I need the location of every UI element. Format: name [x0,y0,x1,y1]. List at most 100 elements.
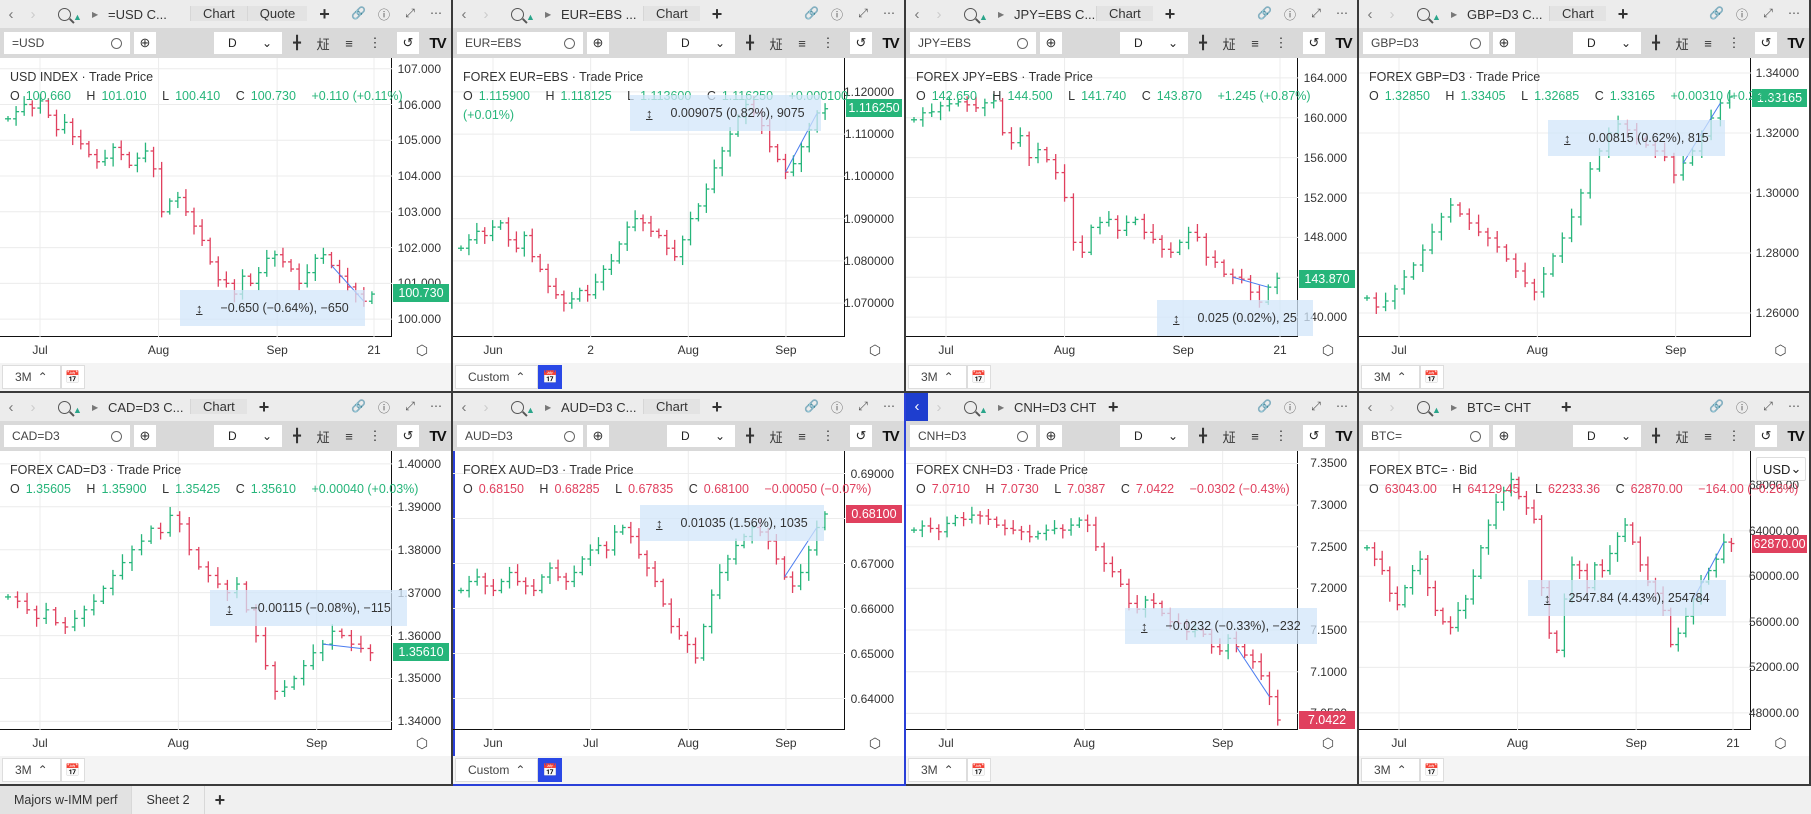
search-icon[interactable] [1017,430,1028,442]
reset-icon[interactable]: ↺ [850,425,872,447]
back-chevron-icon[interactable]: ‹ [0,399,22,416]
time-axis[interactable]: Jun 2 Aug Sep [453,337,845,363]
tab-chart[interactable]: Chart [1549,6,1606,21]
bar-style-icon[interactable]: ╋ [286,428,308,444]
reset-icon[interactable]: ↺ [1303,32,1325,54]
time-axis[interactable]: Jul Aug Sep [0,730,392,756]
range-select[interactable]: 3M ⌃ [1361,758,1420,782]
interval-select[interactable]: D ⌄ [1573,32,1641,54]
search-icon[interactable] [111,430,122,442]
expand-icon[interactable]: ⤢ [403,399,417,416]
indicators-icon[interactable]: ㍽ [312,34,334,53]
tab-chart[interactable]: Chart [643,399,700,414]
forward-chevron-icon[interactable]: › [475,399,497,416]
chart-settings-icon[interactable]: ⬡ [393,730,451,756]
tab-quote[interactable]: Quote [246,6,308,21]
interval-select[interactable]: D ⌄ [1120,425,1188,447]
link-icon[interactable]: 🔗 [1709,6,1724,23]
panel-title-tab[interactable]: JPY=EBS C... [1010,7,1096,22]
layers-icon[interactable]: ≡ [1697,36,1719,51]
sheet-tab-majors[interactable]: Majors w-IMM perf [0,786,133,814]
chart-settings-icon[interactable]: ⬡ [393,337,451,363]
forward-chevron-icon[interactable]: › [1381,6,1403,23]
search-lock-icon[interactable]: ▲ [1417,399,1451,415]
add-tab-button[interactable]: + [1096,393,1131,421]
more-icon[interactable]: ⋯ [882,399,896,416]
add-tab-button[interactable]: + [700,393,735,421]
layers-icon[interactable]: ≡ [791,36,813,51]
layers-icon[interactable]: ≡ [791,429,813,444]
more-icon[interactable]: ⋯ [1787,6,1801,23]
tab-chart[interactable]: Chart [190,6,247,21]
add-sheet-button[interactable]: + [205,790,236,811]
calendar-icon[interactable]: 📅 [538,758,563,782]
search-lock-icon[interactable]: ▲ [1417,6,1451,22]
interval-select[interactable]: D ⌄ [667,32,735,54]
calendar-icon[interactable]: 📅 [1419,365,1444,389]
back-chevron-icon[interactable]: ‹ [0,6,22,23]
range-select[interactable]: Custom ⌃ [455,758,539,782]
calendar-icon[interactable]: 📅 [1419,758,1444,782]
price-axis[interactable]: 107.000 106.000 105.000 104.000 103.000 102.0… [393,58,451,337]
more-icon[interactable]: ⋯ [1787,399,1801,416]
panel-title-tab[interactable]: GBP=D3 C... [1463,7,1549,22]
vertical-more-icon[interactable]: ⋮ [817,35,839,51]
forward-chevron-icon[interactable]: › [928,6,950,23]
link-icon[interactable]: 🔗 [351,6,366,23]
chart-settings-icon[interactable]: ⬡ [1299,337,1357,363]
calendar-icon[interactable]: 📅 [966,365,991,389]
time-axis[interactable]: Jul Aug Sep 21 [1359,730,1751,756]
reset-icon[interactable]: ↺ [397,32,419,54]
chart-settings-icon[interactable]: ⬡ [846,730,904,756]
search-icon[interactable] [1017,37,1028,49]
range-select[interactable]: 3M ⌃ [908,758,967,782]
interval-select[interactable]: D ⌄ [1573,425,1641,447]
range-select[interactable]: 3M ⌃ [908,365,967,389]
plot-area[interactable] [906,451,1298,730]
time-axis[interactable]: Jun Jul Aug Sep [453,730,845,756]
link-icon[interactable]: 🔗 [804,399,819,416]
vertical-more-icon[interactable]: ⋮ [1723,428,1745,444]
search-lock-icon[interactable]: ▲ [964,6,998,22]
indicators-icon[interactable]: ㍽ [312,427,334,446]
expand-icon[interactable]: ⤢ [1761,399,1775,416]
range-select[interactable]: 3M ⌃ [1361,365,1420,389]
chart-settings-icon[interactable]: ⬡ [846,337,904,363]
reset-icon[interactable]: ↺ [850,32,872,54]
forward-chevron-icon[interactable]: › [475,6,497,23]
more-icon[interactable]: ⋯ [429,6,443,23]
bar-style-icon[interactable]: ╋ [1192,428,1214,444]
bar-style-icon[interactable]: ╋ [739,35,761,51]
plot-area[interactable] [1359,58,1751,337]
time-axis[interactable]: Jul Aug Sep 21 [906,337,1298,363]
chart-settings-icon[interactable]: ⬡ [1752,337,1809,363]
add-instrument-button[interactable]: ⊕ [1040,425,1062,447]
search-icon[interactable] [564,37,575,49]
expand-icon[interactable]: ⤢ [403,6,417,23]
tab-chart[interactable]: Chart [643,6,700,21]
range-select[interactable]: 3M ⌃ [2,758,61,782]
tab-chart[interactable]: Chart [1096,6,1153,21]
interval-select[interactable]: D ⌄ [1120,32,1188,54]
expand-icon[interactable]: ⤢ [1761,6,1775,23]
add-instrument-button[interactable]: ⊕ [587,425,609,447]
link-icon[interactable]: 🔗 [804,6,819,23]
vertical-more-icon[interactable]: ⋮ [364,428,386,444]
more-icon[interactable]: ⋯ [1335,399,1349,416]
search-icon[interactable] [564,430,575,442]
bar-style-icon[interactable]: ╋ [1645,428,1667,444]
add-tab-button[interactable]: + [307,0,342,28]
reset-icon[interactable]: ↺ [1755,425,1777,447]
range-select[interactable]: Custom ⌃ [455,365,539,389]
help-icon[interactable]: ⓘ [377,399,391,416]
ric-input[interactable]: GBP=D3 [1363,32,1489,54]
forward-chevron-icon[interactable]: › [1381,399,1403,416]
expand-icon[interactable]: ⤢ [856,399,870,416]
ric-input[interactable]: BTC= [1363,425,1489,447]
price-axis[interactable]: 1.34000 1.32000 1.30000 1.28000 1.26000 1.331… [1752,58,1809,337]
add-instrument-button[interactable]: ⊕ [1493,425,1515,447]
calendar-icon[interactable]: 📅 [60,758,85,782]
calendar-icon[interactable]: 📅 [966,758,991,782]
vertical-more-icon[interactable]: ⋮ [817,428,839,444]
search-lock-icon[interactable]: ▲ [511,6,545,22]
